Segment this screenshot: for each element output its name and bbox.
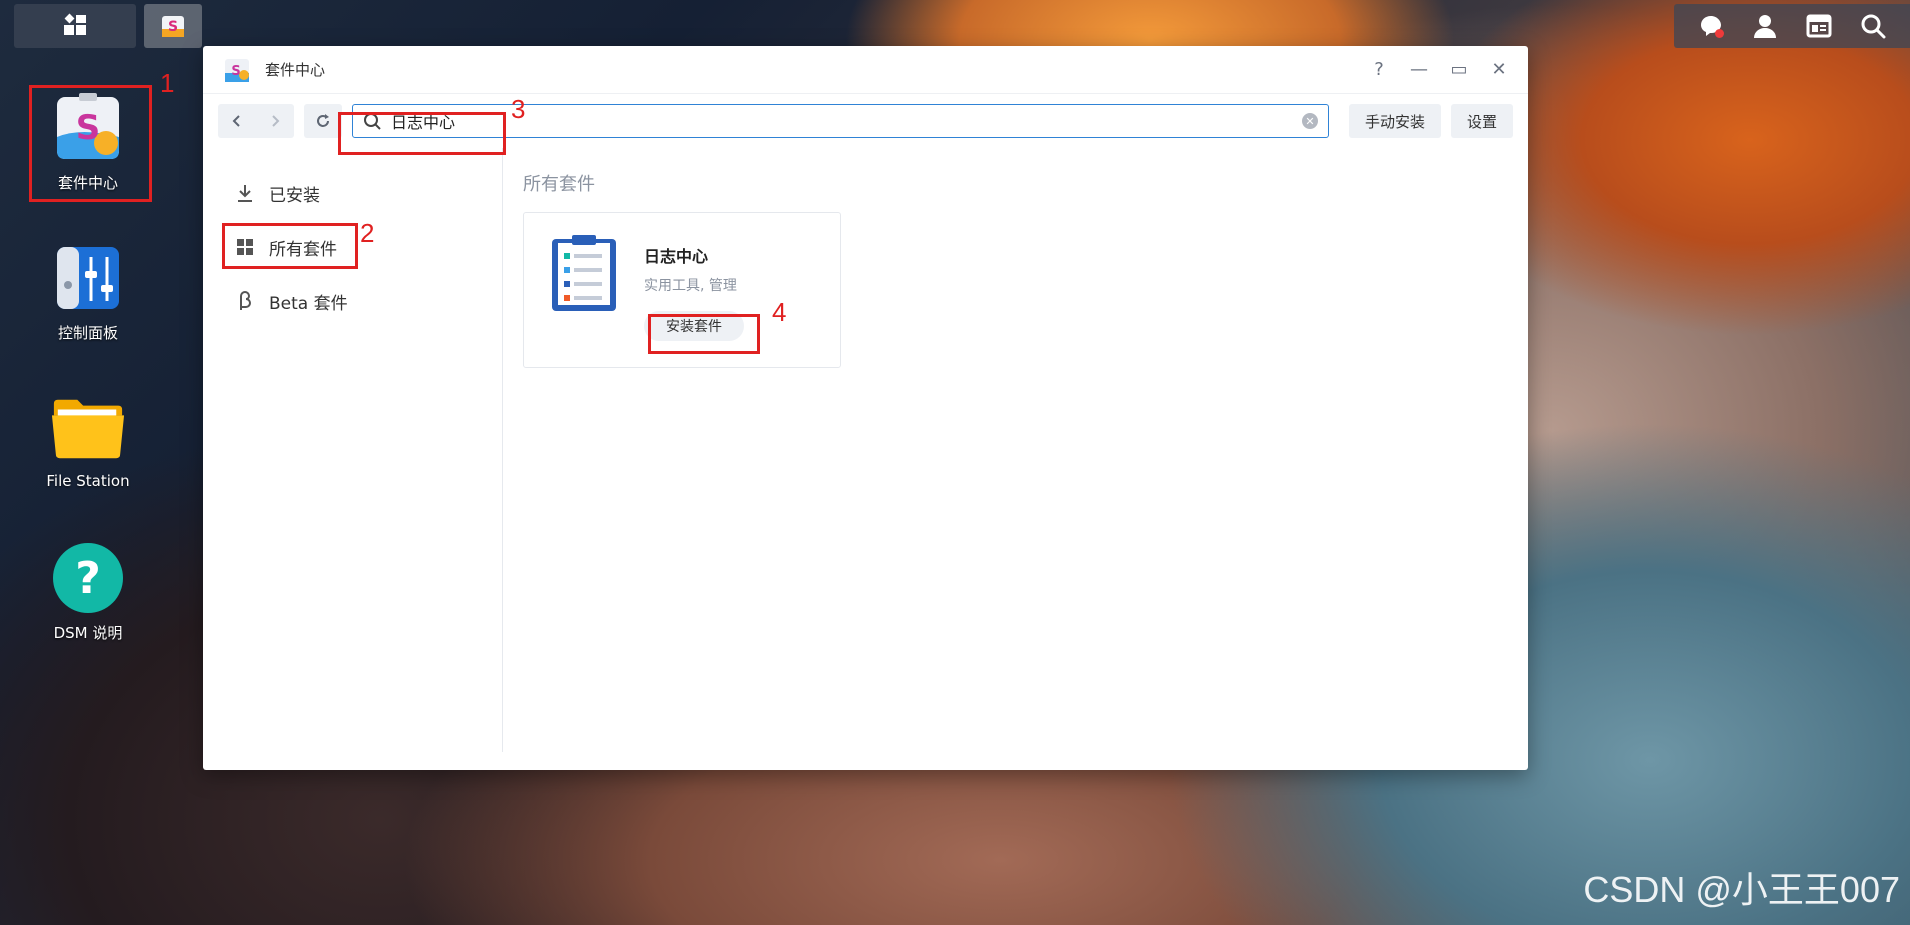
clear-icon[interactable]: ✕ [1301, 113, 1318, 129]
refresh-icon [317, 114, 329, 127]
sidebar-item-label: 已安装 [269, 185, 320, 206]
back-button[interactable] [218, 104, 256, 138]
settings-button[interactable]: 设置 [1450, 104, 1513, 138]
annotation-number-2: 2 [360, 218, 375, 248]
help-button[interactable]: ? [1370, 59, 1388, 80]
notification-dot [1715, 29, 1724, 38]
main-panel: 所有套件 日志中心 实用工具, 管理 安装套件 [503, 148, 1528, 752]
minimize-button[interactable]: — [1410, 59, 1428, 80]
package-category: 实用工具, 管理 [644, 278, 737, 294]
annotation-box-2 [222, 223, 358, 269]
chevron-right-icon [272, 115, 280, 127]
manual-install-button[interactable]: 手动安装 [1348, 104, 1441, 138]
taskbar-package-center[interactable]: S [144, 4, 202, 48]
svg-text:S: S [231, 64, 240, 79]
package-center-icon: S [162, 16, 184, 37]
beta-icon [240, 291, 251, 310]
notification-chat-icon[interactable] [1696, 11, 1726, 41]
forward-button[interactable] [256, 104, 294, 138]
desktop-icon-label: DSM 说明 [53, 624, 123, 642]
taskbar-tray [1674, 4, 1910, 48]
search-input[interactable]: 日志中心 [391, 109, 1292, 133]
refresh-group [304, 104, 342, 138]
window-title: 套件中心 [265, 61, 326, 79]
annotation-box-4 [648, 314, 760, 354]
svg-text:S: S [168, 19, 178, 35]
nav-group [218, 104, 294, 138]
download-icon [238, 185, 252, 202]
taskbar-left: S [14, 4, 202, 48]
svg-text:?: ? [75, 553, 101, 604]
window-controls: ? — ▭ ✕ [1370, 59, 1508, 80]
desktop-icon-control-panel[interactable]: 控制面板 [26, 240, 150, 343]
window-header: S 套件中心 ? — ▭ ✕ [203, 46, 1528, 94]
sidebar-item-label: Beta 套件 [269, 293, 348, 314]
watermark: CSDN @小王王007 [1583, 869, 1900, 910]
maximize-button[interactable]: ▭ [1450, 59, 1468, 80]
control-panel-icon [50, 240, 126, 316]
annotation-number-4: 4 [772, 297, 787, 327]
annotation-number-1: 1 [160, 68, 175, 98]
user-icon[interactable] [1750, 11, 1780, 41]
log-center-icon [552, 235, 616, 311]
section-title: 所有套件 [523, 174, 595, 195]
search-icon[interactable] [1858, 11, 1888, 41]
help-icon: ? [50, 540, 126, 616]
desktop-icon-label: File Station [46, 472, 130, 490]
sidebar-item-beta[interactable]: Beta 套件 [203, 276, 502, 326]
annotation-number-3: 3 [511, 94, 526, 124]
package-name: 日志中心 [644, 247, 709, 266]
desktop-icon-file-station[interactable]: File Station [26, 390, 150, 490]
close-button[interactable]: ✕ [1490, 59, 1508, 80]
refresh-button[interactable] [304, 104, 342, 138]
grid-icon [64, 13, 86, 35]
sidebar-item-installed[interactable]: 已安装 [203, 168, 502, 218]
content-area: 已安装 所有套件 Beta 套件 所有套件 日志中心 实用工具, 管理 安装套件 [203, 148, 1528, 752]
widgets-icon[interactable] [1804, 11, 1834, 41]
desktop-icon-dsm-help[interactable]: ? DSM 说明 [26, 540, 150, 643]
desktop-icon-label: 控制面板 [57, 324, 118, 342]
annotation-box-3 [338, 112, 506, 155]
annotation-box-1 [29, 85, 152, 202]
folder-icon [50, 390, 126, 466]
main-menu-button[interactable] [14, 4, 136, 48]
chevron-left-icon [232, 115, 240, 127]
package-center-icon: S [225, 58, 249, 82]
